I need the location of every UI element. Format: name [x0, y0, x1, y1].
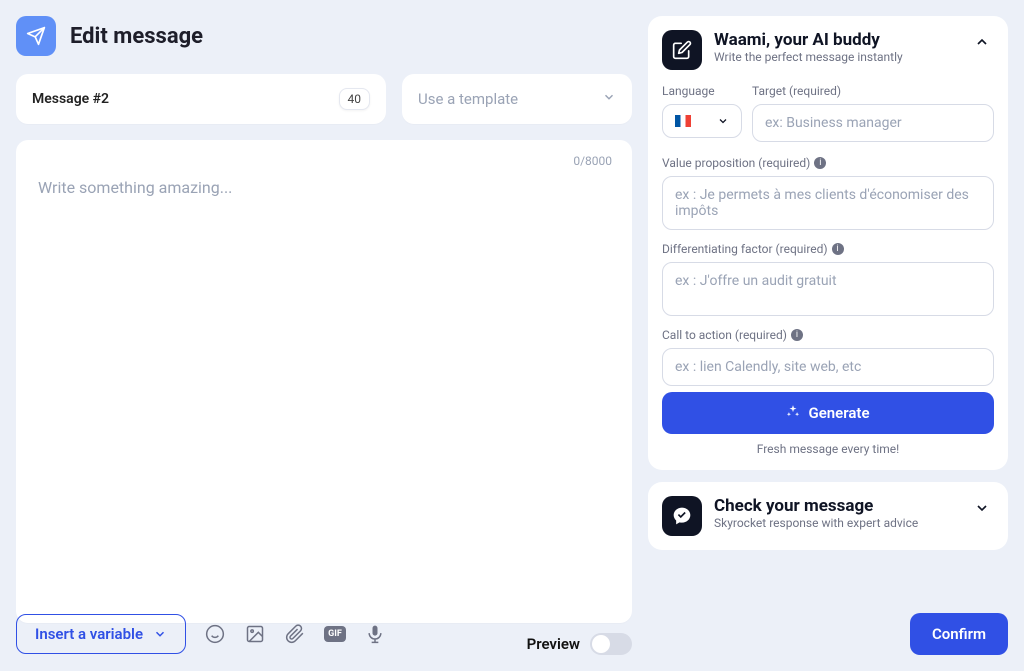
- delay-badge: 40: [339, 88, 371, 110]
- generate-button[interactable]: Generate: [662, 392, 994, 434]
- template-placeholder: Use a template: [418, 90, 518, 108]
- template-select[interactable]: Use a template: [402, 74, 632, 124]
- check-chat-icon: [662, 496, 702, 536]
- ai-panel-subtitle: Write the perfect message instantly: [714, 50, 958, 64]
- flag-fr-icon: [675, 115, 691, 127]
- info-icon[interactable]: i: [814, 157, 826, 169]
- ai-buddy-panel: Waami, your AI buddy Write the perfect m…: [648, 16, 1008, 470]
- sparkle-icon: [786, 404, 800, 422]
- chevron-up-icon[interactable]: [970, 30, 994, 58]
- emoji-icon[interactable]: [204, 623, 226, 645]
- info-icon[interactable]: i: [791, 329, 803, 341]
- confirm-button[interactable]: Confirm: [910, 613, 1008, 655]
- chevron-down-icon: [602, 90, 616, 108]
- message-name-label: Message #2: [32, 91, 109, 107]
- chevron-down-icon: [717, 115, 729, 127]
- chevron-down-icon[interactable]: [970, 496, 994, 524]
- target-input[interactable]: [752, 104, 994, 142]
- language-select[interactable]: [662, 104, 742, 138]
- ai-panel-title: Waami, your AI buddy: [714, 30, 958, 50]
- check-panel-title: Check your message: [714, 496, 958, 516]
- fresh-hint: Fresh message every time!: [662, 442, 994, 456]
- target-label: Target (required): [752, 84, 994, 98]
- chevron-down-icon: [153, 627, 167, 641]
- message-name-chip[interactable]: Message #2 40: [16, 74, 386, 124]
- char-count: 0/8000: [573, 154, 612, 168]
- language-label: Language: [662, 84, 742, 98]
- info-icon[interactable]: i: [832, 243, 844, 255]
- editor-placeholder: Write something amazing...: [38, 178, 610, 197]
- cta-input[interactable]: [662, 348, 994, 386]
- insert-variable-button[interactable]: Insert a variable: [16, 614, 186, 654]
- page-title: Edit message: [70, 24, 203, 49]
- image-icon[interactable]: [244, 623, 266, 645]
- cta-label: Call to action (required) i: [662, 328, 994, 342]
- attachment-icon[interactable]: [284, 623, 306, 645]
- page-header: Edit message: [16, 16, 632, 56]
- check-panel-subtitle: Skyrocket response with expert advice: [714, 516, 958, 530]
- value-prop-label: Value proposition (required) i: [662, 156, 994, 170]
- diff-label: Differentiating factor (required) i: [662, 242, 994, 256]
- diff-input[interactable]: [662, 262, 994, 316]
- message-editor[interactable]: 0/8000 Write something amazing...: [16, 140, 632, 623]
- value-prop-input[interactable]: [662, 176, 994, 230]
- edit-icon: [662, 30, 702, 70]
- gif-icon[interactable]: GIF: [324, 623, 346, 645]
- check-message-panel[interactable]: Check your message Skyrocket response wi…: [648, 482, 1008, 550]
- send-icon: [16, 16, 56, 56]
- microphone-icon[interactable]: [364, 623, 386, 645]
